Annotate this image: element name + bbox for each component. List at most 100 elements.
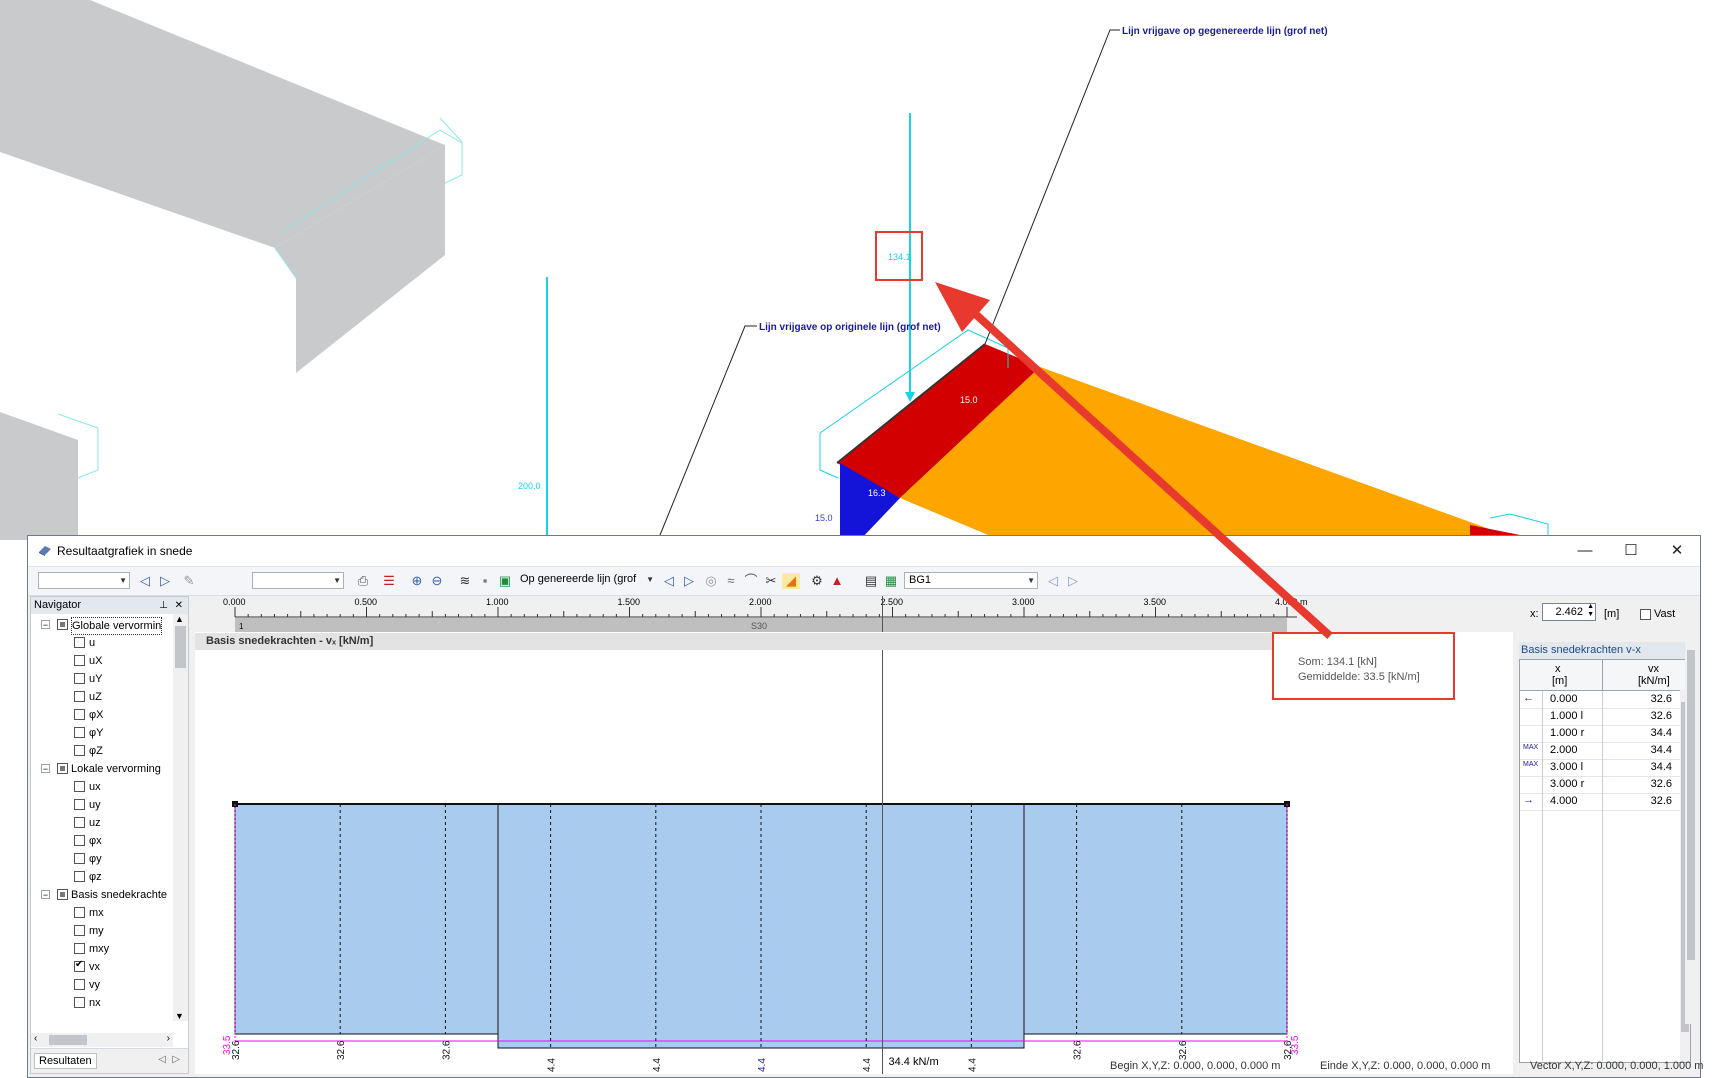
save-icon[interactable]: ▪ [476, 573, 494, 589]
extreme-icon[interactable]: ⌒ [742, 573, 760, 589]
tree-item-checkbox[interactable] [74, 817, 85, 828]
tree-item-label[interactable]: uX [89, 653, 102, 669]
tree-item-checkbox[interactable] [74, 835, 85, 846]
tree-item-checkbox[interactable] [74, 691, 85, 702]
title-bar[interactable]: Resultaatgrafiek in snede — ☐ ✕ [28, 536, 1700, 566]
horizontal-scrollbar[interactable]: ‹ › [31, 1033, 173, 1047]
tree-item-checkbox[interactable] [74, 871, 85, 882]
table-row[interactable]: 3.000 r 32.6 [1520, 776, 1680, 794]
settings-icon[interactable]: ☰ [380, 573, 398, 589]
next-case-icon[interactable]: ▷ [1064, 573, 1082, 589]
table-row[interactable]: MAX 3.000 l 34.4 [1520, 759, 1680, 777]
tree-item-checkbox[interactable] [74, 907, 85, 918]
tree-item-checkbox[interactable] [74, 979, 85, 990]
tree-toggle[interactable]: − [41, 620, 50, 630]
zoom-in-icon[interactable]: ⊕ [408, 573, 426, 589]
cut-icon[interactable]: ✂ [762, 573, 780, 589]
results-table[interactable]: x [m] vx [kN/m] ← 0.000 32.6 1.000 l 32.6 1.0… [1519, 659, 1691, 1063]
prev-case-icon[interactable]: ◁ [1044, 573, 1062, 589]
navigator-panel[interactable]: Navigator ⊥ ✕ − Globale vervormin u uX uY uZ φ… [30, 596, 189, 1074]
table-row[interactable]: → 4.000 32.6 [1520, 793, 1680, 811]
table-row[interactable]: 1.000 r 34.4 [1520, 725, 1680, 743]
table-icon[interactable]: ▤ [862, 573, 880, 589]
minimize-button[interactable]: — [1562, 536, 1608, 566]
tree-item-label[interactable]: φY [89, 725, 103, 741]
tree-item-label[interactable]: mxy [89, 941, 109, 957]
results-tab[interactable]: Resultaten [34, 1053, 97, 1069]
ruler[interactable]: 0.000 0.500 1.000 1.500 2.000 2.500 3.000 3.500… [195, 596, 1513, 632]
group-checkbox[interactable] [57, 889, 68, 900]
tree-item-checkbox[interactable] [74, 655, 85, 666]
pin-icon[interactable]: ✎ [180, 573, 198, 589]
panel-scrollbar[interactable] [1685, 634, 1697, 1024]
tree-item-checkbox[interactable] [74, 799, 85, 810]
tree-toggle[interactable]: − [41, 890, 50, 900]
pin-icon[interactable]: ⊥ [159, 597, 168, 614]
warning-icon[interactable]: ▲ [828, 573, 846, 589]
tree-item-checkbox[interactable] [74, 673, 85, 684]
prev-line-icon[interactable]: ◁ [660, 573, 678, 589]
maximize-button[interactable]: ☐ [1608, 536, 1654, 566]
group-checkbox[interactable] [57, 619, 68, 630]
tree-item-label[interactable]: u [89, 635, 95, 651]
diagram-chart[interactable]: 32.6 32.64.4 4.4 4.4 4.4 4.432.6 32.632.6 32.63… [195, 650, 1513, 1074]
table-row[interactable]: MAX 2.000 34.4 [1520, 742, 1680, 760]
tree-item-label[interactable]: my [89, 923, 104, 939]
smooth-icon[interactable]: ≈ [722, 573, 740, 589]
tree-item-label[interactable]: φZ [89, 743, 103, 759]
table-row[interactable]: 1.000 l 32.6 [1520, 708, 1680, 726]
tree-item-label[interactable]: ux [89, 779, 101, 795]
tree-group-label[interactable]: Lokale vervorming [71, 761, 161, 777]
tree-item-checkbox[interactable] [74, 959, 85, 972]
zoom-out-icon[interactable]: ⊖ [428, 573, 446, 589]
tree-item-checkbox[interactable] [74, 637, 85, 648]
tree-item-label[interactable]: mx [89, 905, 104, 921]
tree-item-label[interactable]: uy [89, 797, 101, 813]
tree-item-label[interactable]: nx [89, 995, 101, 1011]
tab-prev-icon[interactable]: ◁ [158, 1054, 166, 1065]
eye-icon[interactable]: ◎ [702, 573, 720, 589]
tree-item-checkbox[interactable] [74, 925, 85, 936]
vertical-scrollbar[interactable]: ▲ ▼ [173, 614, 188, 1021]
tree-item-checkbox[interactable] [74, 997, 85, 1008]
tree-item-checkbox[interactable] [74, 727, 85, 738]
values-icon[interactable]: ▦ [882, 573, 900, 589]
x-position-input[interactable]: 2.462 ▲ ▼ [1542, 603, 1596, 621]
group-checkbox[interactable] [57, 763, 68, 774]
tree-item-label[interactable]: uY [89, 671, 102, 687]
next-line-icon[interactable]: ▷ [680, 573, 698, 589]
tree-item-label[interactable]: vx [89, 959, 100, 975]
tree-group-label[interactable]: Basis snedekrachte [71, 887, 167, 903]
load-case-select[interactable]: BG1 ▼ [904, 572, 1038, 589]
tree-item-checkbox[interactable] [74, 781, 85, 792]
close-button[interactable]: ✕ [1654, 536, 1700, 566]
tree-item-label[interactable]: vy [89, 977, 100, 993]
graph-icon[interactable]: ≋ [456, 573, 474, 589]
tree-item-checkbox[interactable] [74, 709, 85, 720]
tree-item-label[interactable]: uZ [89, 689, 102, 705]
color-scale-icon[interactable]: ◢ [782, 573, 800, 589]
fixed-checkbox[interactable] [1640, 609, 1651, 620]
tab-next-icon[interactable]: ▷ [172, 1054, 180, 1065]
next-arrow-icon[interactable]: ▷ [156, 573, 174, 589]
tree-item-label[interactable]: φz [89, 869, 102, 885]
tree-item-checkbox[interactable] [74, 745, 85, 756]
tree-toggle[interactable]: − [41, 764, 50, 774]
previous-arrow-icon[interactable]: ◁ [136, 573, 154, 589]
close-icon[interactable]: ✕ [175, 597, 183, 614]
tree-item-label[interactable]: φx [89, 833, 102, 849]
combo-1[interactable]: ▼ [38, 572, 130, 589]
tree-item-label[interactable]: φX [89, 707, 103, 723]
tree-item-checkbox[interactable] [74, 943, 85, 954]
result-window[interactable]: Resultaatgrafiek in snede — ☐ ✕ ▼ ◁ ▷ ✎ … [27, 535, 1703, 1078]
tree-item-label[interactable]: φy [89, 851, 102, 867]
tree-group-label[interactable]: Globale vervormin [71, 617, 163, 635]
results-panel[interactable]: x: 2.462 ▲ ▼ [m] Vast Basis snedekrachten … [1516, 596, 1699, 1074]
mode-select[interactable]: Op genereerde lijn (grof ▼ [516, 572, 656, 589]
tree-item-checkbox[interactable] [74, 853, 85, 864]
print-icon[interactable]: ⎙ [354, 573, 372, 589]
table-row[interactable]: ← 0.000 32.6 [1520, 691, 1680, 709]
excel-icon[interactable]: ▣ [496, 573, 514, 589]
view-icon[interactable]: ⚙ [808, 573, 826, 589]
tree-item-label[interactable]: uz [89, 815, 101, 831]
